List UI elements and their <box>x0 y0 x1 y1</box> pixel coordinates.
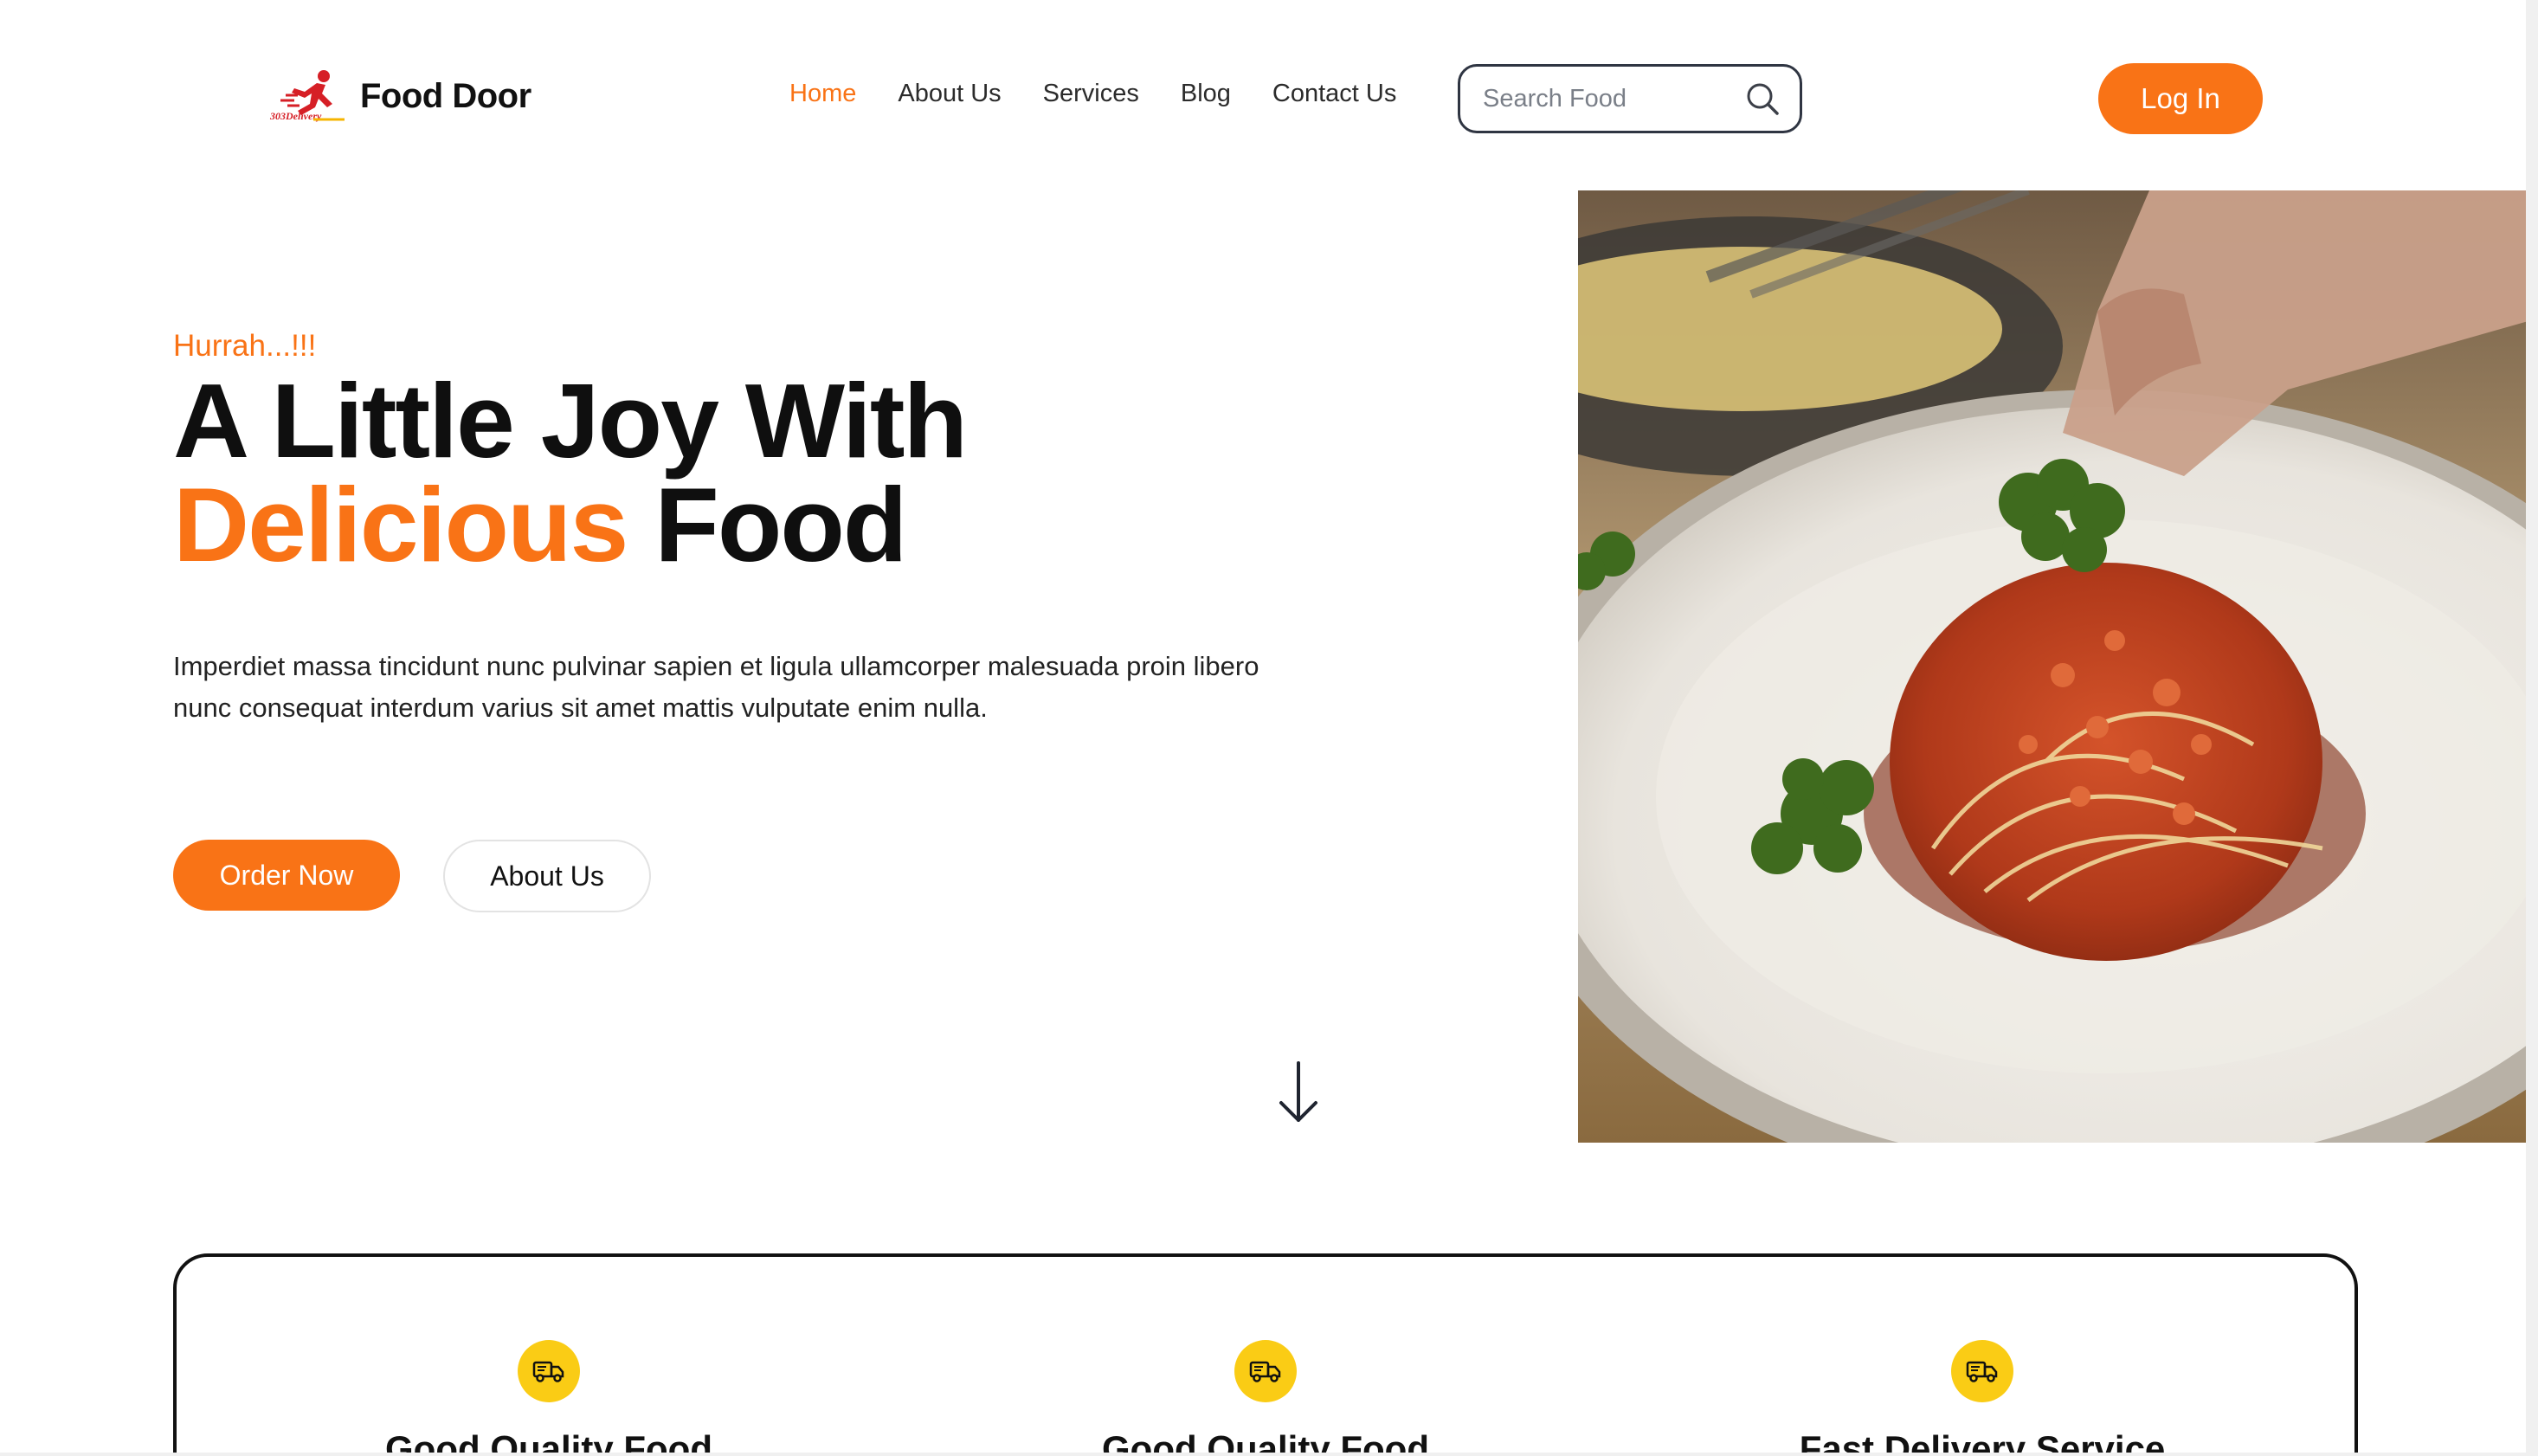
nav-services[interactable]: Services <box>1043 80 1139 108</box>
main-nav: Home About Us Services Blog Contact Us <box>789 80 1396 108</box>
headline-line-1: A Little Joy With <box>173 362 968 480</box>
feature-title: Good Quality Food <box>385 1428 712 1456</box>
hero-actions: Order Now About Us <box>173 840 651 912</box>
headline-accent: Delicious <box>173 466 628 583</box>
delivery-truck-icon <box>1951 1340 2013 1402</box>
nav-contact-us[interactable]: Contact Us <box>1272 80 1396 108</box>
search-input[interactable] <box>1483 84 1742 113</box>
feature-item: Fast Delivery Service <box>1740 1340 2225 1456</box>
arrow-down-icon[interactable] <box>1276 1060 1321 1125</box>
nav-home[interactable]: Home <box>789 80 856 108</box>
site-header: 303Delivery Food Door Home About Us Serv… <box>0 0 2538 173</box>
nav-blog[interactable]: Blog <box>1181 80 1231 108</box>
hero-description: Imperdiet massa tincidunt nunc pulvinar … <box>173 651 1259 723</box>
search-box[interactable] <box>1458 64 1802 133</box>
hero-text: Hurrah...!!! A Little Joy With Delicious… <box>173 329 1523 729</box>
feature-title: Good Quality Food <box>1102 1428 1429 1456</box>
brand-name: Food Door <box>360 76 531 115</box>
hero-eyebrow: Hurrah...!!! <box>173 329 317 363</box>
order-now-button[interactable]: Order Now <box>173 840 400 911</box>
features-card: Good Quality Food Good Quality Food Fast… <box>173 1253 2358 1456</box>
feature-item: Good Quality Food <box>306 1340 791 1456</box>
search-icon[interactable] <box>1744 81 1781 117</box>
feature-title: Fast Delivery Service <box>1799 1428 2166 1456</box>
nav-about-us[interactable]: About Us <box>898 80 1001 108</box>
delivery-truck-icon <box>1234 1340 1297 1402</box>
about-us-button[interactable]: About Us <box>443 840 651 912</box>
login-button[interactable]: Log In <box>2098 63 2263 134</box>
brand-logo[interactable]: 303Delivery Food Door <box>268 69 531 123</box>
running-courier-logo-icon: 303Delivery <box>268 69 348 123</box>
hero-headline: A Little Joy With Delicious Food <box>173 368 1523 577</box>
delivery-truck-icon <box>518 1340 580 1402</box>
headline-rest: Food <box>654 466 907 583</box>
hero-food-image <box>1578 190 2531 1143</box>
feature-item: Good Quality Food <box>1023 1340 1508 1456</box>
